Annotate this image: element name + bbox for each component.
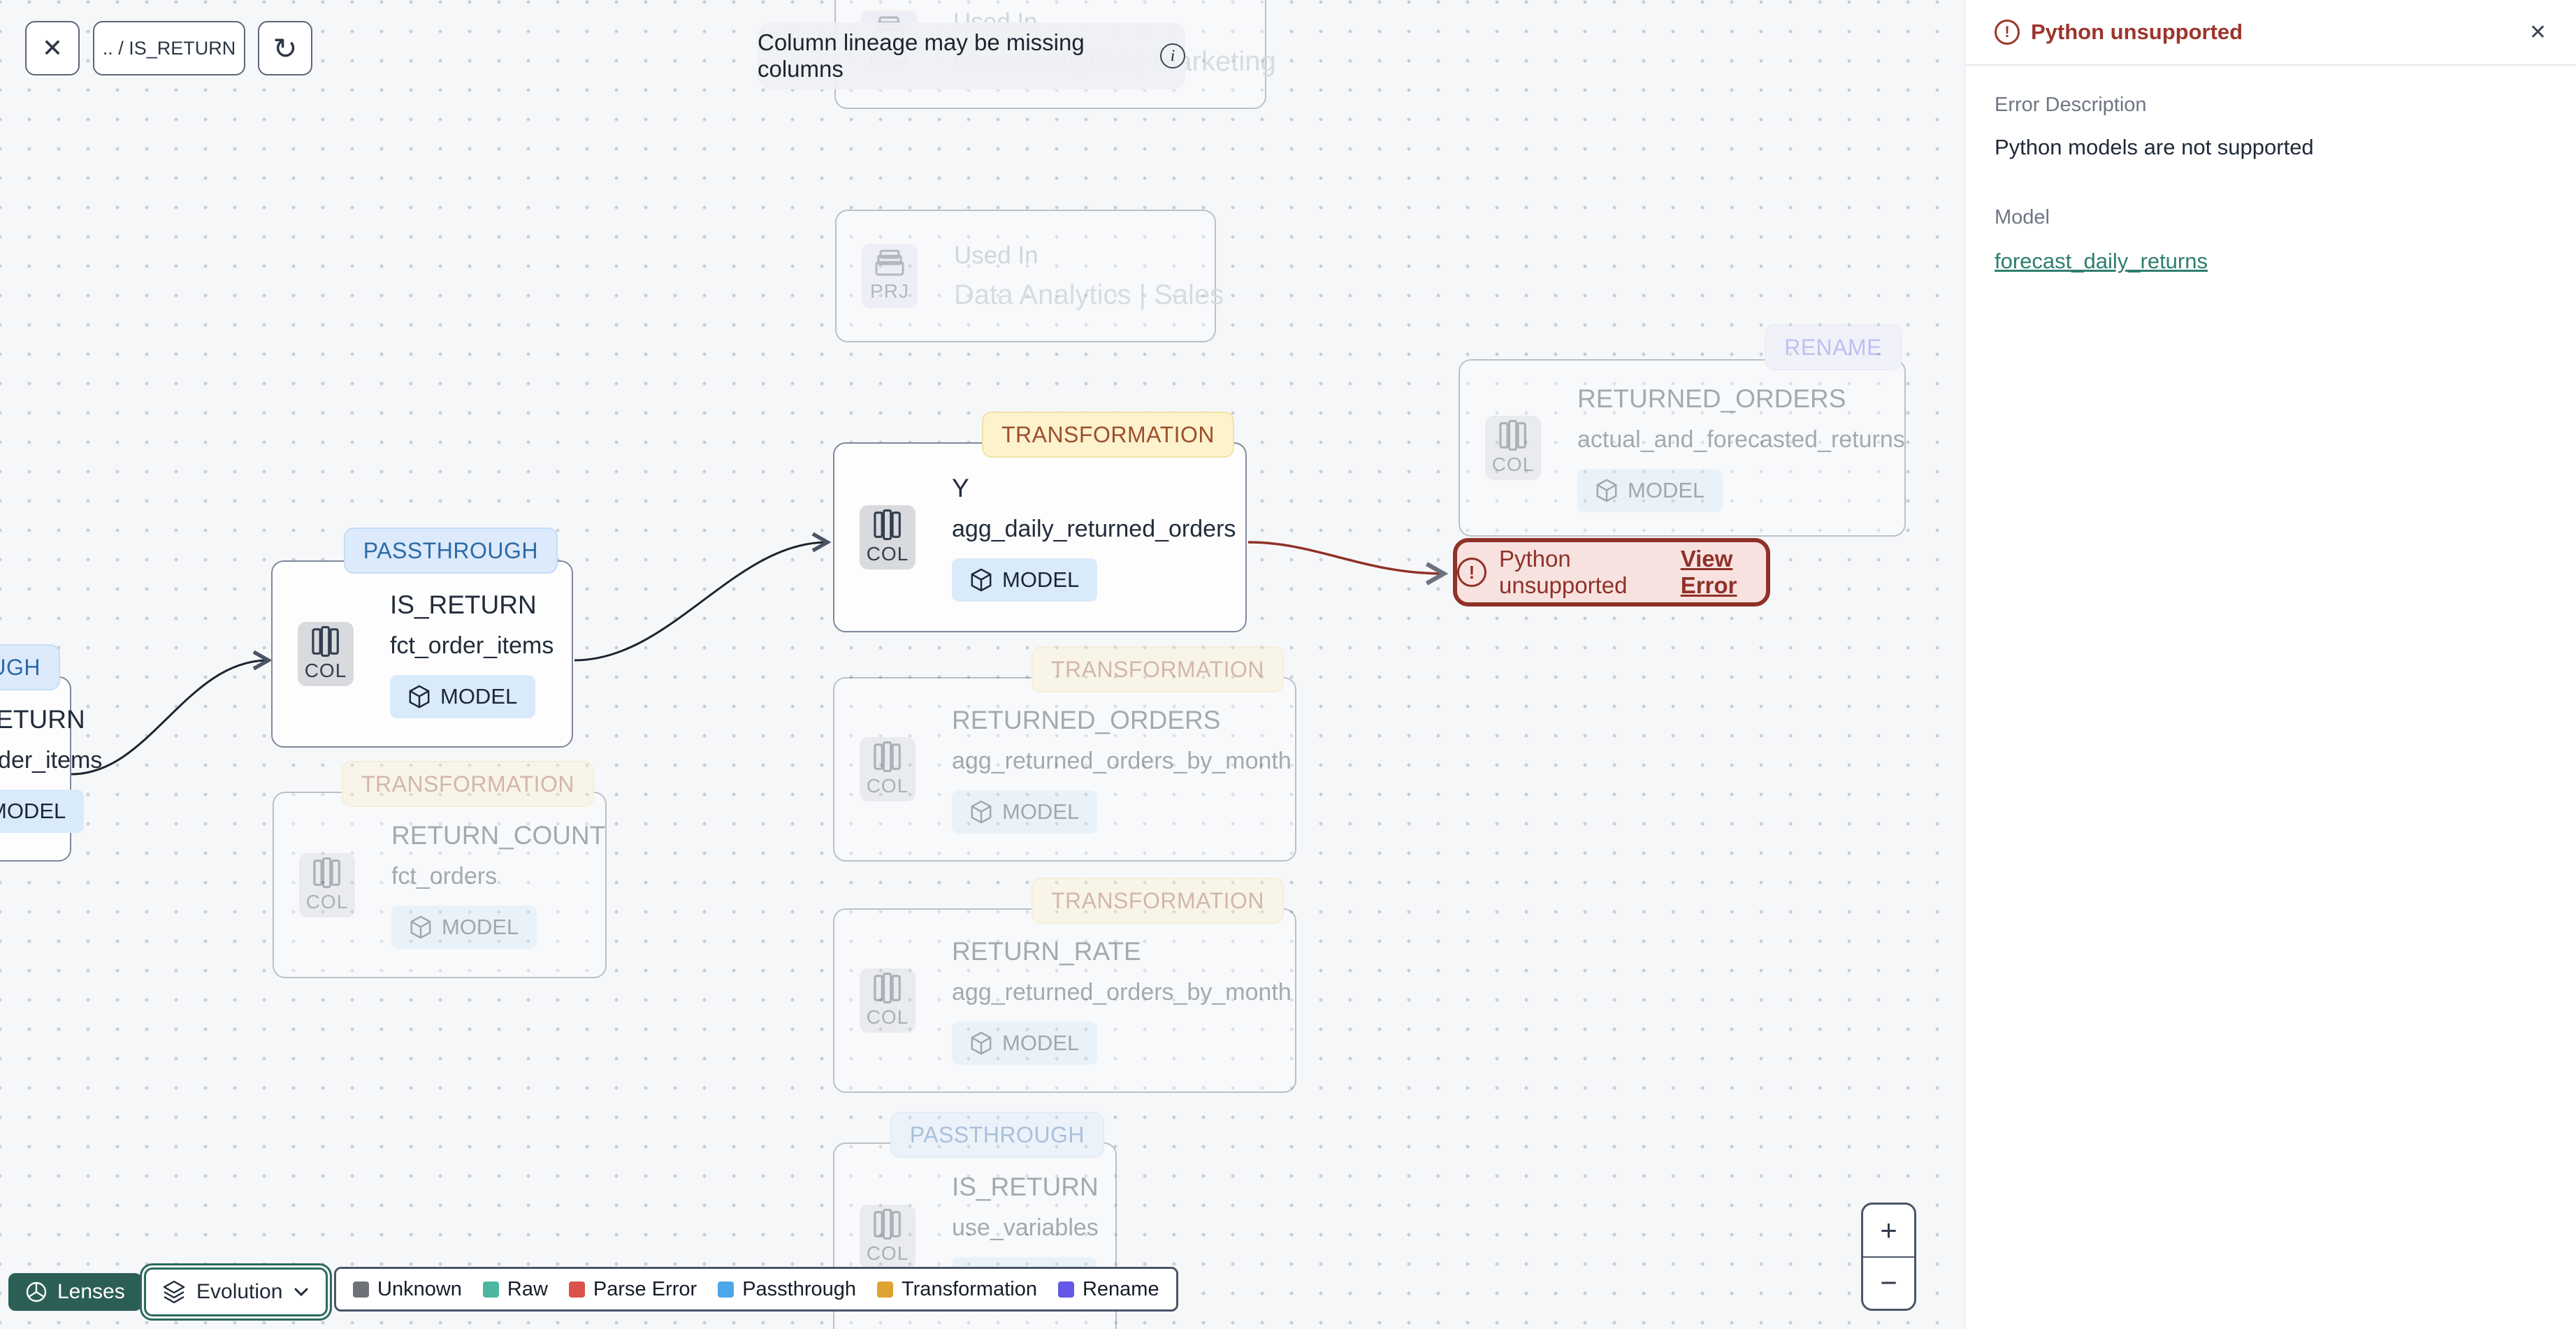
model-chip: MODEL <box>391 906 537 949</box>
model-label: Model <box>1995 206 2050 228</box>
model-link[interactable]: forecast_daily_returns <box>1995 249 2208 274</box>
column-icon: COL <box>860 505 916 569</box>
node-subtitle: fct_orders <box>391 863 498 889</box>
legend-item: Rename <box>1057 1278 1159 1301</box>
column-icon: COL <box>1485 416 1541 480</box>
legend-item: Transformation <box>877 1278 1037 1301</box>
view-error-link[interactable]: View Error <box>1681 546 1766 599</box>
badge-transformation: TRANSFORMATION <box>341 761 594 807</box>
edge-y-to-error <box>1247 541 1449 586</box>
node-return-rate[interactable]: TRANSFORMATION COL RETURN_RATE agg_retur… <box>833 878 1296 1093</box>
node-return-count[interactable]: TRANSFORMATION COL RETURN_COUNT fct_orde… <box>273 761 607 978</box>
node-subtitle: agg_returned_orders_by_month <box>952 747 1291 774</box>
panel-title: Python unsupported <box>2031 20 2243 44</box>
warning-icon: ! <box>1457 558 1486 587</box>
refresh-button[interactable]: ↻ <box>258 21 312 75</box>
warning-icon: ! <box>1995 20 2020 45</box>
info-icon[interactable]: i <box>1160 43 1185 68</box>
lineage-canvas[interactable]: PRJ Used In Data Analytics | Marketing P… <box>0 0 1964 1329</box>
badge-transformation: TRANSFORMATION <box>981 412 1234 458</box>
model-chip: MODEL <box>952 1021 1098 1065</box>
node-title: RETURNED_ORDERS <box>1577 384 1846 413</box>
node-used-in-sales[interactable]: PRJ Used In Data Analytics | Sales <box>835 210 1224 342</box>
legend-swatch <box>877 1281 894 1298</box>
node-subtitle: agg_returned_orders_by_month <box>952 978 1291 1005</box>
evolution-lens-dropdown[interactable]: Evolution <box>139 1263 333 1321</box>
legend-item: Unknown <box>353 1278 462 1301</box>
node-used-in-label: Used In <box>954 241 1039 269</box>
zoom-in-button[interactable]: + <box>1863 1205 1914 1258</box>
close-icon: ✕ <box>41 34 64 62</box>
panel-close-icon[interactable]: ✕ <box>2529 20 2547 45</box>
badge-passthrough: PASSTHROUGH <box>0 644 60 690</box>
node-subtitle: agg_daily_returned_orders <box>952 515 1236 542</box>
legend-item: Parse Error <box>568 1278 697 1301</box>
node-title: Y <box>952 473 969 502</box>
node-title: RETURN_COUNT <box>391 821 606 850</box>
layers-icon <box>163 1280 185 1304</box>
lenses-button[interactable]: Lenses <box>8 1273 142 1311</box>
node-title: IS_RETURN <box>952 1172 1099 1201</box>
column-icon: COL <box>860 1204 916 1269</box>
model-chip: MODEL <box>1577 468 1723 512</box>
badge-passthrough: PASSTHROUGH <box>890 1112 1104 1158</box>
edge-isreturn-to-y <box>574 532 832 662</box>
column-icon: COL <box>299 852 355 917</box>
error-node-python-unsupported[interactable]: ! Python unsupported View Error <box>1453 538 1770 607</box>
column-icon: COL <box>860 968 916 1033</box>
refresh-icon: ↻ <box>273 31 298 65</box>
chevron-down-icon <box>294 1288 308 1297</box>
zoom-controls: + − <box>1861 1203 1916 1311</box>
node-agg-daily-returned-orders[interactable]: TRANSFORMATION COL Y agg_daily_returned_… <box>833 412 1247 632</box>
legend-swatch <box>353 1281 369 1298</box>
zoom-out-button[interactable]: − <box>1863 1258 1914 1309</box>
error-node-label: Python unsupported <box>1499 546 1628 598</box>
node-subtitle: fct_order_items <box>390 632 554 659</box>
legend-item: Passthrough <box>718 1278 856 1301</box>
node-title: IS_RETURN <box>0 705 85 734</box>
lineage-warning-tooltip: Column lineage may be missing columns i <box>758 22 1185 89</box>
model-chip: MODEL <box>952 790 1098 834</box>
badge-transformation: TRANSFORMATION <box>1031 646 1284 692</box>
node-is-return-left-partial[interactable]: PASSTHROUGH COL IS_RETURN fct_order_item… <box>0 644 102 862</box>
node-title: RETURNED_ORDERS <box>952 705 1221 734</box>
close-lineage-button[interactable]: ✕ <box>25 21 80 75</box>
node-is-return-fct-order-items[interactable]: PASSTHROUGH COL IS_RETURN fct_order_item… <box>271 528 573 748</box>
model-chip: MODEL <box>0 790 85 833</box>
error-description-label: Error Description <box>1995 94 2147 116</box>
column-icon: COL <box>860 737 916 801</box>
error-detail-panel: ! Python unsupported ✕ Error Description… <box>1964 0 2576 1329</box>
node-title: IS_RETURN <box>390 590 537 619</box>
badge-passthrough: PASSTHROUGH <box>343 528 558 574</box>
legend-swatch <box>718 1281 735 1298</box>
badge-transformation: TRANSFORMATION <box>1031 878 1284 924</box>
column-icon: COL <box>298 622 354 686</box>
error-description-value: Python models are not supported <box>1995 135 2314 159</box>
node-subtitle: fct_order_items <box>0 747 103 774</box>
panel-header: ! Python unsupported ✕ <box>1965 0 2576 64</box>
project-icon: PRJ <box>862 244 918 308</box>
badge-rename: RENAME <box>1765 324 1902 370</box>
node-subtitle: actual_and_forecasted_returns <box>1577 426 1905 453</box>
legend-item: Raw <box>482 1278 548 1301</box>
legend-swatch <box>568 1281 585 1298</box>
legend-swatch <box>482 1281 499 1298</box>
breadcrumb[interactable]: .. / IS_RETURN <box>93 21 245 75</box>
model-chip: MODEL <box>952 558 1098 602</box>
node-title: RETURN_RATE <box>952 936 1141 966</box>
node-returned-orders-by-month[interactable]: TRANSFORMATION COL RETURNED_ORDERS agg_r… <box>833 646 1296 862</box>
lens-legend: Unknown Raw Parse Error Passthrough Tran… <box>334 1267 1178 1312</box>
model-chip: MODEL <box>390 674 536 718</box>
legend-swatch <box>1057 1281 1074 1298</box>
node-returned-orders-forecasted[interactable]: RENAME COL RETURNED_ORDERS actual_and_fo… <box>1459 324 1906 537</box>
lens-icon <box>26 1281 47 1302</box>
node-subtitle: use_variables <box>952 1214 1099 1241</box>
node-title: Data Analytics | Sales <box>954 279 1224 310</box>
